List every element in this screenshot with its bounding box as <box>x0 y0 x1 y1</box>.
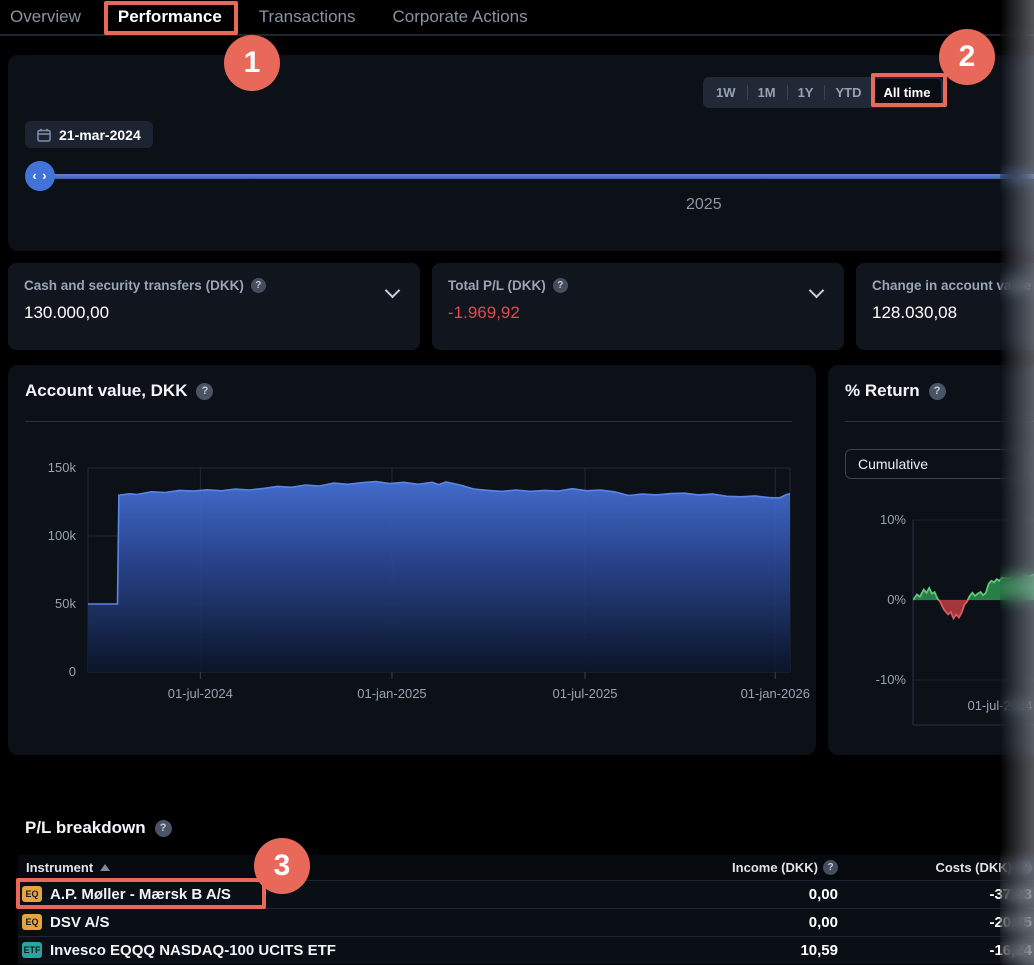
costs-header-label: Costs (DKK) <box>935 860 1012 875</box>
instrument-header-label: Instrument <box>26 860 93 875</box>
annotation-box-1 <box>104 1 238 35</box>
calendar-icon <box>37 128 51 142</box>
annotation-circle-3: 3 <box>254 838 310 894</box>
percent-return-panel: % Return Cumulative 10%0%-10%01-jul-2024 <box>828 365 1034 755</box>
svg-text:01-jan-2026: 01-jan-2026 <box>741 686 810 701</box>
help-icon[interactable] <box>251 278 266 293</box>
timeline-slider-handle[interactable] <box>25 161 55 191</box>
income-value: 10,59 <box>800 942 838 959</box>
range-button-1w[interactable]: 1W <box>705 79 747 106</box>
column-header-income[interactable]: Income (DKK) <box>732 860 838 875</box>
instrument-name: Invesco EQQQ NASDAQ-100 UCITS ETF <box>50 942 336 959</box>
svg-text:100k: 100k <box>48 528 77 543</box>
column-header-costs[interactable]: Costs (DKK) <box>935 860 1032 875</box>
account-value-chart: 150k 100k 50k 0 01-jul-2024 01-jan-2025 01-jul… <box>8 365 816 755</box>
costs-value: -37,23 <box>989 886 1032 903</box>
metric-cards-row: Cash and security transfers (DKK) 130.000… <box>8 263 1034 350</box>
metric-card-label-text: Total P/L (DKK) <box>448 278 546 293</box>
svg-text:150k: 150k <box>48 460 77 475</box>
metric-card-label-text: Change in account value (D <box>872 278 1034 293</box>
metric-card-3: Change in account value (D 128.030,08 <box>856 263 1034 350</box>
tab-transactions[interactable]: Transactions <box>259 7 356 27</box>
metric-card-label: Change in account value (D <box>872 278 1034 293</box>
timeline-slider-track[interactable] <box>40 174 1034 179</box>
annotation-circle-2: 2 <box>939 29 995 85</box>
pl-breakdown-title: P/L breakdown <box>25 818 172 838</box>
help-icon[interactable] <box>823 860 838 875</box>
pl-breakdown-title-text: P/L breakdown <box>25 818 146 838</box>
timeline-year-label: 2025 <box>686 196 722 214</box>
table-row-dsv-a-s[interactable]: EQ DSV A/S 0,00 -20,75 <box>18 908 1034 936</box>
svg-text:10%: 10% <box>880 512 906 527</box>
percent-return-chart: 10% 0% -10% 01-jul-2024 <box>828 365 1034 755</box>
svg-text:0: 0 <box>69 664 76 679</box>
metric-card-label: Total P/L (DKK) <box>448 278 828 293</box>
account-value-panel: Account value, DKK 150k100k50k001-jul-20… <box>8 365 816 755</box>
metric-card-value: -1.969,92 <box>448 303 828 323</box>
income-header-label: Income (DKK) <box>732 860 818 875</box>
performance-screen: OverviewPerformanceTransactionsCorporate… <box>0 0 1034 965</box>
svg-text:01-jul-2024: 01-jul-2024 <box>168 686 233 701</box>
metric-card-label: Cash and security transfers (DKK) <box>24 278 404 293</box>
svg-text:01-jan-2025: 01-jan-2025 <box>357 686 426 701</box>
range-button-1y[interactable]: 1Y <box>787 79 825 106</box>
annotation-box-3 <box>16 878 266 909</box>
help-icon[interactable] <box>155 820 172 837</box>
help-icon[interactable] <box>1017 860 1032 875</box>
metric-card-label-text: Cash and security transfers (DKK) <box>24 278 244 293</box>
svg-text:0%: 0% <box>887 592 906 607</box>
income-value: 0,00 <box>809 914 838 931</box>
tab-corporate-actions[interactable]: Corporate Actions <box>392 7 527 27</box>
costs-value: -20,75 <box>989 914 1032 931</box>
range-button-1m[interactable]: 1M <box>747 79 787 106</box>
range-button-ytd[interactable]: YTD <box>824 79 872 106</box>
start-date-label: 21-mar-2024 <box>59 127 141 143</box>
start-date-picker[interactable]: 21-mar-2024 <box>25 121 153 148</box>
pl-table-header: Instrument Income (DKK) Costs (DKK) <box>18 855 1034 880</box>
income-value: 0,00 <box>809 886 838 903</box>
pl-breakdown-table: Instrument Income (DKK) Costs (DKK) EQA.… <box>18 855 1034 964</box>
metric-card-2: Total P/L (DKK) -1.969,92 <box>432 263 844 350</box>
svg-text:01-jul-2024: 01-jul-2024 <box>967 698 1032 713</box>
instrument-type-badge-eq: EQ <box>22 914 42 930</box>
svg-text:50k: 50k <box>55 596 76 611</box>
svg-text:01-jul-2025: 01-jul-2025 <box>552 686 617 701</box>
sort-ascending-icon <box>100 864 110 871</box>
table-row-invesco-eqqq-nasdaq-100-ucits-etf[interactable]: ETF Invesco EQQQ NASDAQ-100 UCITS ETF 10,5… <box>18 936 1034 964</box>
metric-card-1: Cash and security transfers (DKK) 130.000… <box>8 263 420 350</box>
svg-text:-10%: -10% <box>876 672 907 687</box>
instrument-type-badge-etf: ETF <box>22 942 42 958</box>
help-icon[interactable] <box>553 278 568 293</box>
annotation-box-2 <box>871 73 947 107</box>
instrument-name: DSV A/S <box>50 914 109 931</box>
metric-card-value: 128.030,08 <box>872 303 1034 323</box>
metric-card-value: 130.000,00 <box>24 303 404 323</box>
tab-overview[interactable]: Overview <box>10 7 81 27</box>
annotation-circle-1: 1 <box>224 35 280 91</box>
column-header-instrument[interactable]: Instrument <box>26 860 110 875</box>
costs-value: -16,24 <box>989 942 1032 959</box>
